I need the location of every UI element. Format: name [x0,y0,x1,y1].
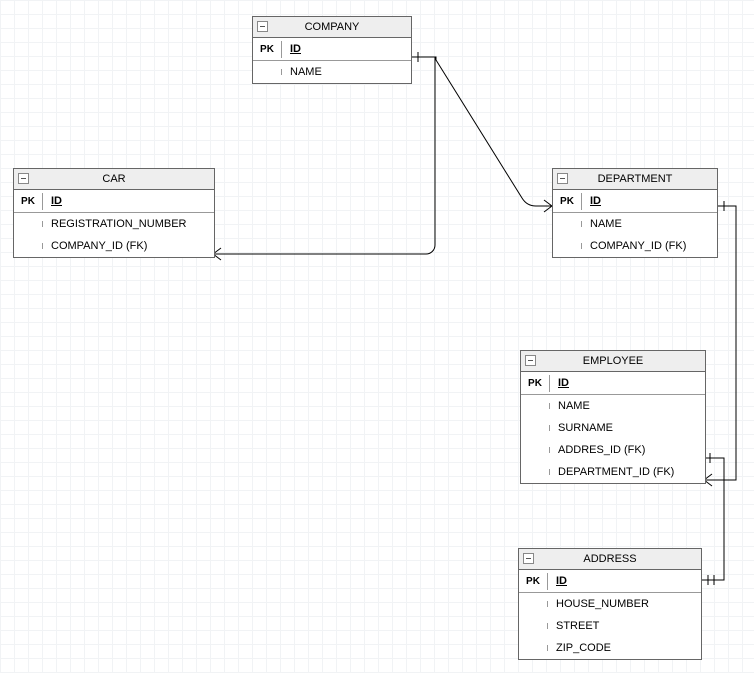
entity-header-company[interactable]: COMPANY [253,17,411,38]
field-name: COMPANY_ID (FK) [582,237,717,255]
pk-row: PK ID [253,38,411,61]
entity-header-address[interactable]: ADDRESS [519,549,701,570]
pk-field: ID [550,374,705,392]
pk-field: ID [548,572,701,590]
field-name: ZIP_CODE [548,639,701,657]
field-row: COMPANY_ID (FK) [553,235,717,257]
field-name: DEPARTMENT_ID (FK) [550,463,705,481]
entity-address[interactable]: ADDRESS PK ID HOUSE_NUMBER STREET ZIP_CO… [518,548,702,660]
field-name: NAME [550,397,705,415]
pk-label: PK [14,193,43,210]
entity-employee[interactable]: EMPLOYEE PK ID NAME SURNAME ADDRES_ID (F… [520,350,706,484]
field-name: SURNAME [550,419,705,437]
field-row: NAME [521,395,705,417]
field-name: ADDRES_ID (FK) [550,441,705,459]
field-row: COMPANY_ID (FK) [14,235,214,257]
entity-title: COMPANY [305,21,360,33]
entity-company[interactable]: COMPANY PK ID NAME [252,16,412,84]
entity-department[interactable]: DEPARTMENT PK ID NAME COMPANY_ID (FK) [552,168,718,258]
collapse-icon[interactable] [257,21,268,32]
entity-header-department[interactable]: DEPARTMENT [553,169,717,190]
field-name: STREET [548,617,701,635]
pk-row: PK ID [14,190,214,213]
pk-row: PK ID [519,570,701,593]
field-name: NAME [582,215,717,233]
pk-field: ID [282,40,411,58]
pk-field: ID [582,192,717,210]
crowfoot-department [544,200,552,212]
pk-row: PK ID [521,372,705,395]
entity-car[interactable]: CAR PK ID REGISTRATION_NUMBER COMPANY_ID… [13,168,215,258]
collapse-icon[interactable] [523,553,534,564]
field-row: REGISTRATION_NUMBER [14,213,214,235]
field-row: NAME [253,61,411,83]
pk-label: PK [253,41,282,58]
diagram-canvas[interactable]: COMPANY PK ID NAME CAR PK ID REGISTRATIO… [0,0,754,673]
pk-row: PK ID [553,190,717,213]
field-name: COMPANY_ID (FK) [43,237,214,255]
entity-title: DEPARTMENT [598,173,673,185]
field-row: DEPARTMENT_ID (FK) [521,461,705,483]
field-row: ZIP_CODE [519,637,701,659]
rel-company-car [213,57,435,254]
field-name: NAME [282,63,411,81]
field-row: ADDRES_ID (FK) [521,439,705,461]
collapse-icon[interactable] [18,173,29,184]
entity-title: CAR [102,173,125,185]
entity-title: EMPLOYEE [583,355,644,367]
field-name: HOUSE_NUMBER [548,595,701,613]
field-row: SURNAME [521,417,705,439]
pk-label: PK [553,193,582,210]
field-row: NAME [553,213,717,235]
entity-header-car[interactable]: CAR [14,169,214,190]
field-name: REGISTRATION_NUMBER [43,215,214,233]
field-row: STREET [519,615,701,637]
rel-company-department [410,57,552,206]
pk-label: PK [519,573,548,590]
entity-header-employee[interactable]: EMPLOYEE [521,351,705,372]
collapse-icon[interactable] [525,355,536,366]
pk-label: PK [521,375,550,392]
collapse-icon[interactable] [557,173,568,184]
pk-field: ID [43,192,214,210]
entity-title: ADDRESS [583,553,636,565]
field-row: HOUSE_NUMBER [519,593,701,615]
